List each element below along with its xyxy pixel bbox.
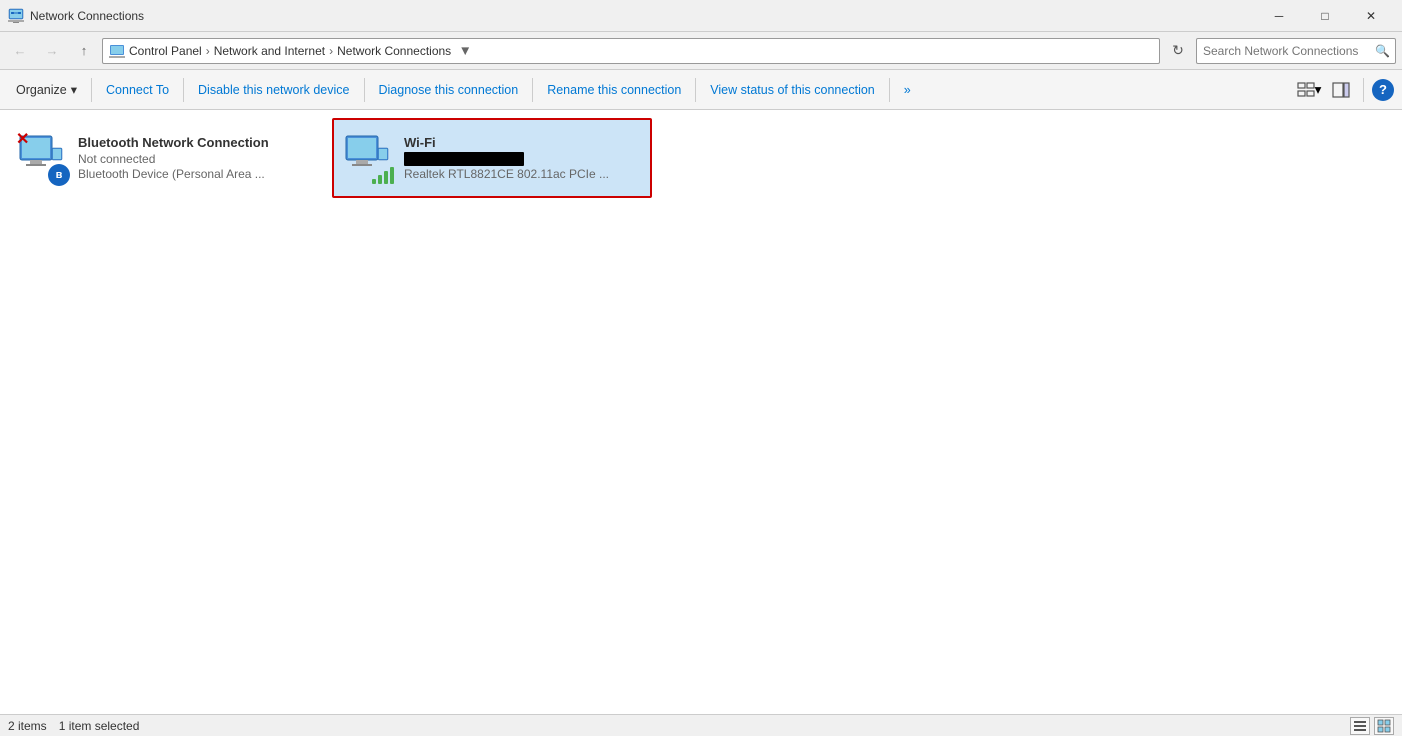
search-icon: 🔍 (1375, 44, 1390, 58)
preview-pane-button[interactable] (1327, 76, 1355, 104)
breadcrumb-network-connections: Network Connections (337, 44, 451, 58)
window-title: Network Connections (30, 9, 144, 23)
bluetooth-icon-container: ✕ ʙ (16, 132, 68, 184)
view-options-button[interactable]: ▾ (1295, 76, 1323, 104)
search-input[interactable] (1196, 38, 1396, 64)
title-bar: Network Connections ─ □ ✕ (0, 0, 1402, 32)
up-button[interactable]: ↑ (70, 37, 98, 65)
wifi-item-detail: Realtek RTL8821CE 802.11ac PCIe ... (404, 167, 642, 181)
signal-bar-3 (384, 171, 388, 184)
back-button[interactable]: ← (6, 37, 34, 65)
view-status-button[interactable]: View status of this connection (702, 74, 882, 106)
bluetooth-item-status: Not connected (78, 152, 320, 166)
wifi-signal-bars (372, 164, 394, 184)
wifi-item-info: Wi-Fi Realtek RTL8821CE 802.11ac PCIe ..… (404, 135, 642, 182)
breadcrumb-control-panel[interactable]: Control Panel (129, 44, 202, 58)
organize-button[interactable]: Organize ▾ (8, 74, 85, 106)
help-button[interactable]: ? (1372, 79, 1394, 101)
bluetooth-item-name: Bluetooth Network Connection (78, 135, 320, 150)
breadcrumb-network-internet[interactable]: Network and Internet (214, 44, 325, 58)
connect-to-button[interactable]: Connect To (98, 74, 177, 106)
signal-bar-1 (372, 179, 376, 184)
selected-count: 1 item selected (59, 719, 140, 733)
address-bar: ← → ↑ Control Panel › Network and Intern… (0, 32, 1402, 70)
list-view-icon (1353, 719, 1367, 733)
address-dropdown-button[interactable]: ▼ (455, 38, 475, 64)
toolbar-separator-7 (1363, 78, 1364, 102)
toolbar-separator-3 (364, 78, 365, 102)
toolbar: Organize ▾ Connect To Disable this netwo… (0, 70, 1402, 110)
status-right (1350, 717, 1394, 735)
details-view-icon (1377, 719, 1391, 733)
view-options-icon (1297, 81, 1315, 99)
status-bar: 2 items 1 item selected (0, 714, 1402, 736)
main-content: ✕ ʙ Bluetooth Network Connection Not con… (0, 110, 1402, 714)
status-details-view-button[interactable] (1374, 717, 1394, 735)
wifi-icon-container (342, 132, 394, 184)
signal-bar-2 (378, 175, 382, 184)
item-count: 2 items (8, 719, 47, 733)
wifi-item-name: Wi-Fi (404, 135, 642, 150)
app-icon (8, 8, 24, 24)
toolbar-separator-1 (91, 78, 92, 102)
toolbar-separator-2 (183, 78, 184, 102)
bluetooth-badge: ʙ (48, 164, 70, 186)
bluetooth-item-detail: Bluetooth Device (Personal Area ... (78, 167, 320, 181)
forward-button[interactable]: → (38, 37, 66, 65)
refresh-button[interactable]: ↻ (1164, 37, 1192, 65)
toolbar-right: ▾ ? (1295, 76, 1394, 104)
bluetooth-network-item[interactable]: ✕ ʙ Bluetooth Network Connection Not con… (8, 118, 328, 198)
maximize-button[interactable]: □ (1302, 0, 1348, 32)
window-controls: ─ □ ✕ (1256, 0, 1394, 32)
disable-network-button[interactable]: Disable this network device (190, 74, 357, 106)
diagnose-connection-button[interactable]: Diagnose this connection (371, 74, 527, 106)
close-button[interactable]: ✕ (1348, 0, 1394, 32)
status-left: 2 items 1 item selected (8, 719, 139, 733)
wifi-item-ssid (404, 152, 642, 167)
toolbar-separator-4 (532, 78, 533, 102)
bluetooth-item-info: Bluetooth Network Connection Not connect… (78, 135, 320, 181)
address-path: Control Panel › Network and Internet › N… (102, 38, 1160, 64)
status-list-view-button[interactable] (1350, 717, 1370, 735)
preview-pane-icon (1332, 81, 1350, 99)
minimize-button[interactable]: ─ (1256, 0, 1302, 32)
error-badge: ✕ (16, 132, 32, 148)
title-bar-left: Network Connections (8, 8, 144, 24)
ssid-redacted (404, 152, 524, 166)
rename-connection-button[interactable]: Rename this connection (539, 74, 689, 106)
toolbar-separator-5 (695, 78, 696, 102)
more-button[interactable]: » (896, 74, 919, 106)
toolbar-separator-6 (889, 78, 890, 102)
address-icon (109, 43, 125, 59)
search-container: 🔍 (1196, 38, 1396, 64)
wifi-network-item[interactable]: Wi-Fi Realtek RTL8821CE 802.11ac PCIe ..… (332, 118, 652, 198)
signal-bar-4 (390, 167, 394, 184)
